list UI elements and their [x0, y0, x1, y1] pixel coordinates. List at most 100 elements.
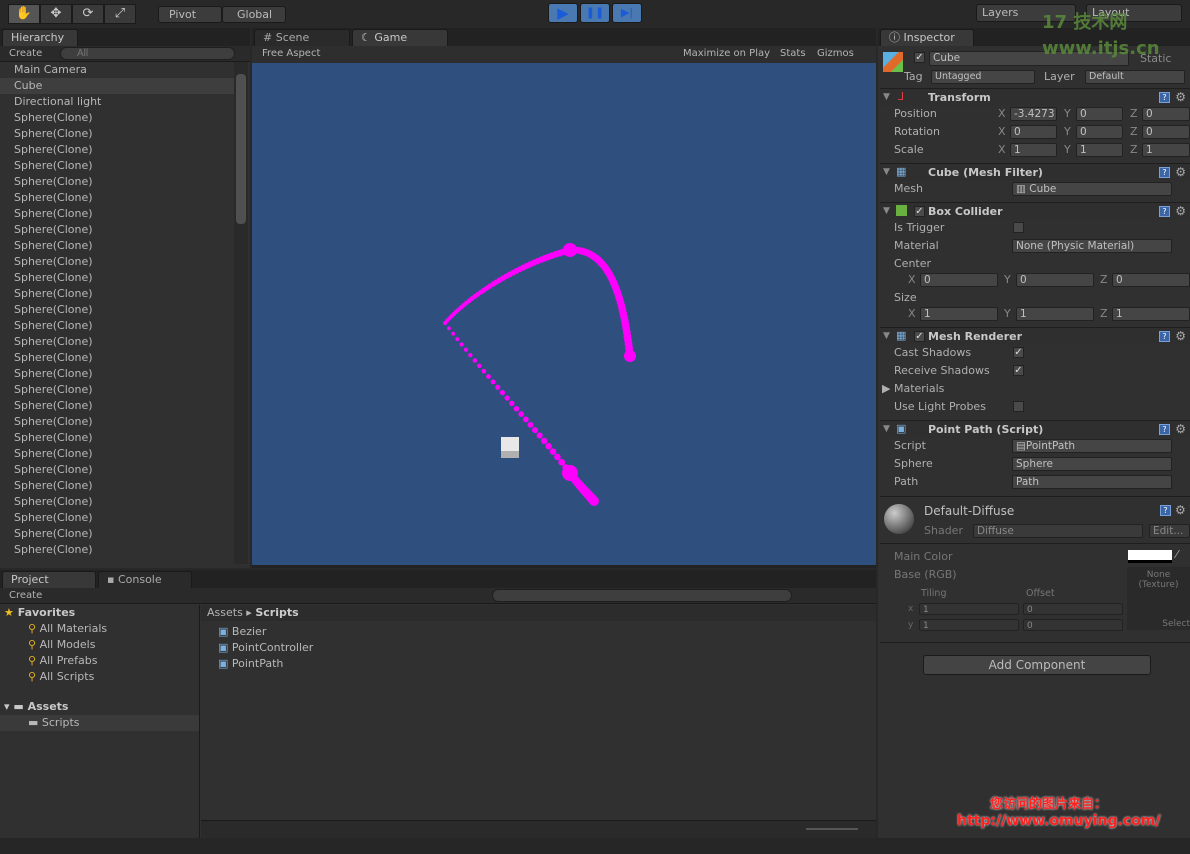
stats-toggle[interactable]: Stats — [780, 46, 806, 62]
hierarchy-item[interactable]: Sphere(Clone) — [0, 542, 234, 558]
hierarchy-item[interactable]: Sphere(Clone) — [0, 158, 234, 174]
transform-z-field[interactable]: 0 — [1142, 107, 1190, 121]
tab-inspector[interactable]: ⓘ Inspector — [880, 29, 974, 46]
help-icon[interactable]: ? — [1159, 331, 1170, 342]
transform-header[interactable]: ▼ ⅃ Transform? ⚙ — [880, 88, 1190, 106]
tiling-x-field[interactable]: 1 — [919, 603, 1019, 615]
tab-scene[interactable]: # Scene — [254, 29, 350, 46]
play-button[interactable]: ▶ — [548, 3, 578, 23]
script-field[interactable]: ▤PointPath — [1012, 439, 1172, 453]
hierarchy-search-input[interactable] — [60, 47, 235, 60]
gizmos-dropdown[interactable]: Gizmos — [817, 46, 854, 62]
mesh-renderer-enabled-checkbox[interactable]: ✓ — [914, 331, 925, 342]
project-search-input[interactable] — [492, 589, 792, 602]
file-item[interactable]: ▣ Bezier — [214, 624, 313, 640]
help-icon[interactable]: ? — [1159, 167, 1170, 178]
active-checkbox[interactable]: ✓ — [914, 52, 925, 63]
file-item[interactable]: ▣ PointController — [214, 640, 313, 656]
gear-icon[interactable]: ⚙ — [1175, 165, 1186, 179]
size-y-field[interactable]: 1 — [1016, 307, 1094, 321]
receive-shadows-checkbox[interactable]: ✓ — [1013, 365, 1024, 376]
size-z-field[interactable]: 1 — [1112, 307, 1190, 321]
collider-material-field[interactable]: None (Physic Material) — [1012, 239, 1172, 253]
help-icon[interactable]: ? — [1159, 206, 1170, 217]
hierarchy-item[interactable]: Sphere(Clone) — [0, 110, 234, 126]
move-tool-icon[interactable]: ✥ — [40, 4, 72, 24]
box-collider-header[interactable]: ▼ ✓ Box Collider? ⚙ — [880, 202, 1190, 220]
help-icon[interactable]: ? — [1159, 92, 1170, 103]
hierarchy-item[interactable]: Sphere(Clone) — [0, 126, 234, 142]
tab-hierarchy[interactable]: Hierarchy — [2, 29, 78, 46]
hierarchy-item[interactable]: Sphere(Clone) — [0, 398, 234, 414]
point-path-header[interactable]: ▼ ▣ Point Path (Script)? ⚙ — [880, 420, 1190, 438]
transform-y-field[interactable]: 0 — [1076, 125, 1123, 139]
assets-folder[interactable]: ▾ ▬ Assets — [0, 699, 199, 715]
hierarchy-item[interactable]: Sphere(Clone) — [0, 190, 234, 206]
hierarchy-item[interactable]: Sphere(Clone) — [0, 238, 234, 254]
hierarchy-item[interactable]: Sphere(Clone) — [0, 334, 234, 350]
hierarchy-item[interactable]: Sphere(Clone) — [0, 478, 234, 494]
project-create-button[interactable]: Create — [9, 590, 42, 601]
scale-tool-icon[interactable]: ⤢ — [104, 4, 136, 24]
favorite-item[interactable]: ⚲ All Scripts — [0, 669, 199, 685]
hierarchy-item[interactable]: Sphere(Clone) — [0, 382, 234, 398]
step-button[interactable]: ▶| — [612, 3, 642, 23]
hierarchy-item[interactable]: Sphere(Clone) — [0, 302, 234, 318]
hierarchy-item[interactable]: Directional light — [0, 94, 234, 110]
size-x-field[interactable]: 1 — [920, 307, 998, 321]
is-trigger-checkbox[interactable] — [1013, 222, 1024, 233]
hierarchy-item[interactable]: Cube — [0, 78, 234, 94]
center-z-field[interactable]: 0 — [1112, 273, 1190, 287]
mesh-filter-header[interactable]: ▼ ▦ Cube (Mesh Filter)? ⚙ — [880, 163, 1190, 181]
breadcrumb-assets[interactable]: Assets — [207, 606, 243, 619]
mesh-field[interactable]: ▥ Cube — [1012, 182, 1172, 196]
cast-shadows-checkbox[interactable]: ✓ — [1013, 347, 1024, 358]
tab-project[interactable]: Project — [2, 571, 96, 588]
game-viewport[interactable] — [252, 63, 876, 565]
center-y-field[interactable]: 0 — [1016, 273, 1094, 287]
hierarchy-item[interactable]: Sphere(Clone) — [0, 286, 234, 302]
hierarchy-item[interactable]: Sphere(Clone) — [0, 318, 234, 334]
maximize-on-play-toggle[interactable]: Maximize on Play — [683, 46, 770, 62]
tag-dropdown[interactable]: Untagged — [931, 70, 1035, 84]
global-button[interactable]: Global — [222, 6, 286, 23]
hierarchy-item[interactable]: Sphere(Clone) — [0, 270, 234, 286]
hierarchy-item[interactable]: Sphere(Clone) — [0, 254, 234, 270]
hierarchy-item[interactable]: Sphere(Clone) — [0, 462, 234, 478]
light-probes-checkbox[interactable] — [1013, 401, 1024, 412]
pause-button[interactable]: ❚❚ — [580, 3, 610, 23]
help-icon[interactable]: ? — [1159, 424, 1170, 435]
transform-x-field[interactable]: -3.4273 — [1010, 107, 1057, 121]
center-x-field[interactable]: 0 — [920, 273, 998, 287]
hierarchy-item[interactable]: Sphere(Clone) — [0, 494, 234, 510]
edit-shader-button[interactable]: Edit... — [1149, 524, 1190, 538]
hierarchy-item[interactable]: Sphere(Clone) — [0, 366, 234, 382]
hierarchy-item[interactable]: Sphere(Clone) — [0, 414, 234, 430]
hierarchy-scrollbar[interactable] — [234, 62, 248, 564]
texture-slot[interactable]: None (Texture) Select — [1127, 567, 1190, 630]
transform-z-field[interactable]: 1 — [1142, 143, 1190, 157]
favorite-item[interactable]: ⚲ All Models — [0, 637, 199, 653]
transform-x-field[interactable]: 0 — [1010, 125, 1057, 139]
tiling-y-field[interactable]: 1 — [919, 619, 1019, 631]
help-icon[interactable]: ? — [1160, 505, 1171, 516]
breadcrumb-scripts[interactable]: Scripts — [255, 606, 298, 619]
hierarchy-item[interactable]: Sphere(Clone) — [0, 142, 234, 158]
favorites-folder[interactable]: ★ Favorites — [0, 605, 199, 621]
add-component-button[interactable]: Add Component — [923, 655, 1151, 675]
hierarchy-item[interactable]: Sphere(Clone) — [0, 222, 234, 238]
offset-y-field[interactable]: 0 — [1023, 619, 1123, 631]
transform-x-field[interactable]: 1 — [1010, 143, 1057, 157]
main-color-swatch[interactable] — [1128, 550, 1172, 563]
layer-dropdown[interactable]: Default — [1085, 70, 1185, 84]
materials-foldout[interactable]: ▶ Materials — [882, 382, 944, 395]
scripts-folder[interactable]: ▬ Scripts — [0, 715, 199, 731]
favorite-item[interactable]: ⚲ All Prefabs — [0, 653, 199, 669]
texture-select-button[interactable]: Select — [1162, 619, 1190, 629]
offset-x-field[interactable]: 0 — [1023, 603, 1123, 615]
transform-y-field[interactable]: 1 — [1076, 143, 1123, 157]
hierarchy-item[interactable]: Sphere(Clone) — [0, 174, 234, 190]
gear-icon[interactable]: ⚙ — [1175, 90, 1186, 104]
gear-icon[interactable]: ⚙ — [1175, 204, 1186, 218]
pivot-button[interactable]: Pivot — [158, 6, 222, 23]
